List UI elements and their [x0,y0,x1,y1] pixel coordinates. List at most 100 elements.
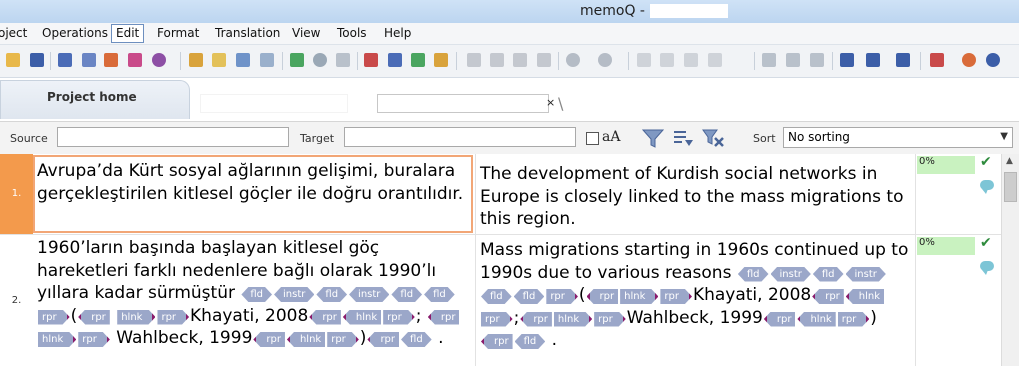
comment-icon[interactable] [980,261,994,275]
tag-fld[interactable]: fld [515,334,546,349]
segment-row[interactable]: 2. 1960’ların başında başlayan kitlesel … [0,235,1001,366]
check-icon[interactable] [336,53,350,67]
tag-rpr-close[interactable]: rpr [253,332,285,347]
tab-document-1[interactable] [196,80,348,118]
menu-edit[interactable]: Edit [111,24,145,43]
find-icon[interactable] [537,53,551,67]
underline-icon[interactable] [684,53,698,67]
tag-fld[interactable]: fld [401,332,432,347]
tag-rpr-open[interactable]: rpr [38,310,70,325]
copy-source-icon[interactable] [896,53,910,67]
tag-rpr-open[interactable]: rpr [546,289,578,304]
copy-icon[interactable] [490,53,504,67]
tag-hlnk-close[interactable]: hlnk [797,311,836,327]
target-filter-input[interactable] [344,127,576,147]
tag-hlnk-open[interactable]: hlnk [554,312,592,327]
scroll-up-icon[interactable]: ▲ [1006,156,1013,166]
tag-rpr-open[interactable]: rpr [327,332,359,347]
sort-icon[interactable] [82,53,96,67]
tag-hlnk-open[interactable]: hlnk [117,310,155,325]
add-term-icon[interactable] [411,53,425,67]
confirm-icon[interactable] [290,53,304,67]
edit-icon[interactable] [236,53,250,67]
add-tm-icon[interactable] [434,53,448,67]
tag-rpr-open[interactable]: rpr [78,332,110,347]
menu-view[interactable]: View [288,26,324,41]
tag-instr[interactable]: instr [771,267,811,282]
tag-rpr-close[interactable]: rpr [812,289,844,304]
tag-instr[interactable]: instr [846,267,886,282]
tag-hlnk-open[interactable]: hlnk [620,289,658,304]
source-filter-input[interactable] [57,127,289,147]
tag-rpr-open[interactable]: rpr [594,312,626,327]
review-icon[interactable] [260,53,274,67]
tag-fld[interactable]: fld [316,287,347,302]
menu-format[interactable]: Format [153,26,203,41]
tag-fld[interactable]: fld [241,287,272,302]
tag-rpr-open[interactable]: rpr [383,310,415,325]
source-text[interactable]: 1960’ların başında başlayan kitlesel göç… [37,237,471,350]
chart-icon[interactable] [189,53,203,67]
tag-rpr-close[interactable]: rpr [78,309,110,325]
target-text[interactable]: Mass migrations starting in 1960s contin… [480,239,912,352]
redo-icon[interactable] [598,53,612,67]
menu-operations[interactable]: Operations [38,26,112,41]
segment-row[interactable]: 1. Avrupa’da Kürt sosyal ağlarının geliş… [0,154,1001,235]
paste-icon[interactable] [513,53,527,67]
menu-help[interactable]: Help [380,26,415,41]
tag-hlnk-open[interactable]: hlnk [38,332,76,347]
tag-fld[interactable]: fld [514,289,545,304]
menu-project[interactable]: oject [0,26,31,41]
tag-hlnk-close[interactable]: hlnk [342,309,382,325]
tag-fld[interactable]: fld [481,289,512,304]
tag-rpr-close[interactable]: rpr [309,309,341,325]
sort-select[interactable]: No sorting ▼ [783,127,1013,148]
tag-rpr-close[interactable]: rpr [763,311,796,327]
tag-rpr-open[interactable]: rpr [157,310,189,325]
save-icon[interactable] [30,53,44,67]
lookup-icon[interactable] [388,53,402,67]
tag-fld[interactable]: fld [813,267,844,282]
tag-fld[interactable]: fld [424,287,455,302]
tag-hlnk-close[interactable]: hlnk [845,289,885,304]
tag-rpr-open[interactable]: rpr [481,312,513,327]
tab-document-2[interactable]: × \ [375,80,563,118]
web-icon[interactable] [152,53,166,67]
tag-rpr-close[interactable]: rpr [367,332,400,347]
vertical-scrollbar[interactable]: ▲ [1001,154,1019,366]
refresh-icon[interactable] [313,53,327,67]
concordance-icon[interactable] [364,53,378,67]
italic-icon[interactable] [660,53,674,67]
export-icon[interactable] [128,53,142,67]
open-icon[interactable] [6,53,20,67]
bold-icon[interactable] [637,53,651,67]
spellcheck-icon[interactable] [930,53,944,67]
braces-icon[interactable] [708,53,722,67]
tag-icon[interactable] [786,53,800,67]
tag-rpr-open[interactable]: rpr [660,289,692,304]
advanced-filter-icon[interactable] [672,128,694,148]
tab-project-home[interactable]: Project home [0,80,190,119]
tag-instr[interactable]: instr [349,287,389,302]
menu-tools[interactable]: Tools [333,26,371,41]
fill-icon[interactable] [810,53,824,67]
tag-rpr-close[interactable]: rpr [427,309,460,325]
undo-icon[interactable] [566,53,580,67]
menu-translation[interactable]: Translation [211,26,284,41]
cut-icon[interactable] [467,53,481,67]
omega-icon[interactable] [866,53,880,67]
tag-fld[interactable]: fld [391,287,422,302]
tag-fld[interactable]: fld [738,267,769,282]
statistics-icon[interactable] [58,53,72,67]
sync-icon[interactable] [962,53,976,67]
tag-instr[interactable]: instr [274,287,314,302]
tag-hlnk-close[interactable]: hlnk [286,332,326,347]
filter-icon[interactable] [642,128,664,148]
clear-filter-icon[interactable] [702,128,724,148]
tag-rpr-open[interactable]: rpr [838,312,870,327]
source-text[interactable]: Avrupa’da Kürt sosyal ağlarının gelişimi… [37,160,471,205]
tag-rpr-close[interactable]: rpr [481,334,513,349]
close-tab-icon[interactable]: × [546,96,555,109]
pretranslate-icon[interactable] [212,53,226,67]
insert-icon[interactable] [840,53,854,67]
